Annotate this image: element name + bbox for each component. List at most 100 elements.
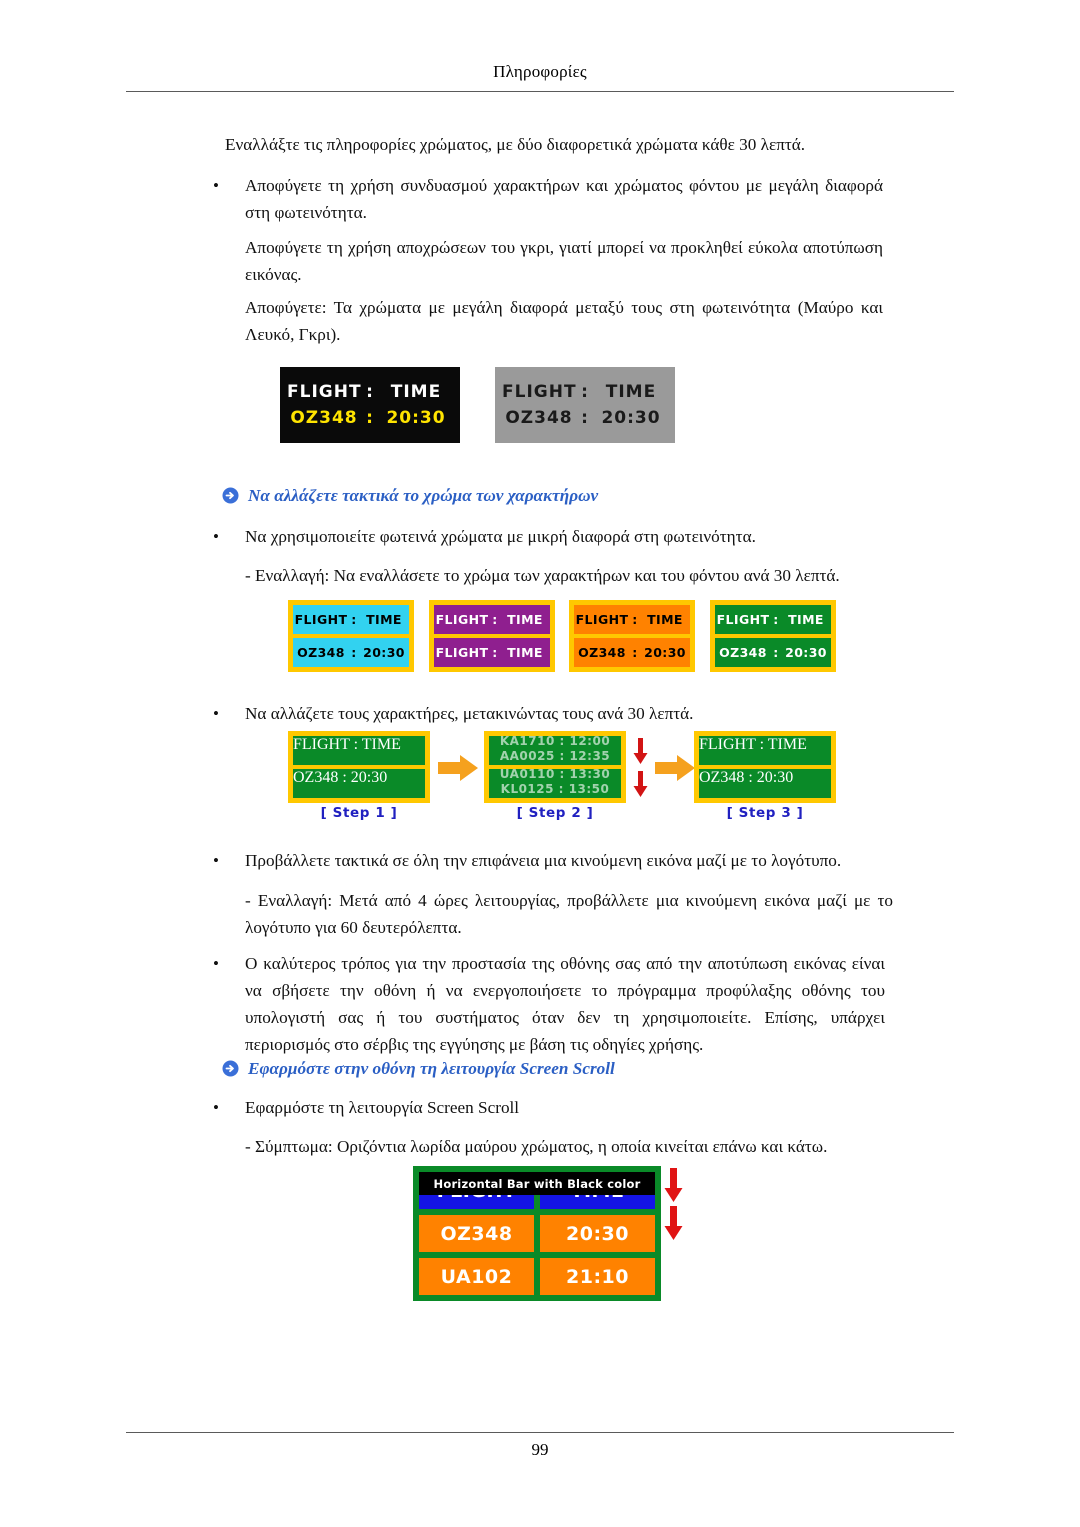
time-value: 20:30 [644, 645, 686, 660]
bullet-marker: • [213, 527, 219, 546]
flight-number: OZ348 [719, 645, 767, 660]
flight-label: FLIGHT [716, 612, 770, 627]
flight-label: FLIGHT [293, 736, 350, 753]
orange-row-2: OZ348 : 20:30 [574, 638, 690, 667]
color-panel-orange: FLIGHT : TIME OZ348 : 20:30 [569, 600, 695, 672]
step-1-panel: FLIGHT : TIME OZ348 : 20:30 [288, 731, 430, 803]
time-label: TIME [366, 612, 402, 627]
flight-label: FLIGHT [435, 645, 489, 660]
color-panel-cyan: FLIGHT : TIME OZ348 : 20:30 [288, 600, 414, 672]
flight-label: FLIGHT [294, 612, 348, 627]
separator: : [773, 612, 779, 627]
bullet-marker: • [213, 1098, 219, 1117]
bullet-marker: • [213, 851, 219, 870]
time-label: TIME [767, 736, 807, 753]
bullet-item-5: • Ο καλύτερος τρόπος για την προστασία τ… [213, 950, 885, 1058]
flight-label: FLIGHT [435, 612, 489, 627]
board-flight-number-2: UA102 [419, 1258, 534, 1295]
cyan-row-2: OZ348 : 20:30 [293, 638, 409, 667]
red-down-arrow-icon [633, 771, 648, 797]
red-down-arrow-icon [664, 1206, 683, 1240]
bullet-item-1-text: Αποφύγετε τη χρήση συνδυασμού χαρακτήρων… [245, 176, 883, 222]
time-value: 20:30 [363, 645, 405, 660]
separator: : [759, 736, 765, 753]
display-grey-row-2: OZ348 : 20:30 [495, 408, 675, 428]
board-time-1: 20:30 [540, 1215, 655, 1252]
bullet-item-6-text: Εφαρμόστε τη λειτουργία Screen Scroll [245, 1098, 520, 1117]
step-2-panel: KA1710 : 12:00 AA0025 : 12:35 UA0110 : 1… [484, 731, 626, 803]
separator: : [366, 382, 374, 402]
flight-number: OZ348 [290, 408, 358, 428]
separator: : [353, 736, 359, 753]
blue-arrow-icon [222, 486, 239, 504]
sub-note-1: - Εναλλαγή: Να εναλλάσετε το χρώμα των χ… [245, 566, 840, 585]
step1-row-2: OZ348 : 20:30 [293, 769, 425, 798]
board-row-1: OZ348 20:30 [419, 1215, 655, 1252]
intro-paragraph: Εναλλάξτε τις πληροφορίες χρώματος, με δ… [225, 135, 806, 154]
section-heading-screen-scroll: Εφαρμόστε στην οθόνη τη λειτουργία Scree… [222, 1056, 615, 1082]
orange-right-arrow-icon [438, 755, 478, 781]
paragraph-avoid-contrast: Αποφύγετε: Τα χρώματα με μεγάλη διαφορά … [245, 298, 883, 344]
bullet-item-4: • Προβάλλετε τακτικά σε όλη την επιφάνει… [213, 847, 883, 874]
display-black-row-2: OZ348 : 20:30 [280, 408, 460, 428]
flight-number: OZ348 [578, 645, 626, 660]
time-value: 20:30 [386, 408, 446, 428]
color-panel-green: FLIGHT : TIME OZ348 : 20:30 [710, 600, 836, 672]
separator: : [632, 645, 638, 660]
sub-note-2: - Εναλλαγή: Μετά από 4 ώρες λειτουργίας,… [245, 891, 893, 937]
step-1-label: [ Step 1 ] [320, 805, 398, 821]
blue-arrow-icon [222, 1059, 239, 1077]
section-heading-change-char-color: Να αλλάζετε τακτικά το χρώμα των χαρακτή… [222, 483, 598, 509]
cyan-row-1: FLIGHT : TIME [293, 605, 409, 634]
red-down-arrow-icon [664, 1168, 683, 1202]
time-value: 20:30 [350, 769, 388, 786]
purple-row-2: FLIGHT : TIME [434, 638, 550, 667]
time-label: TIME [361, 736, 401, 753]
footer-divider [126, 1432, 954, 1433]
flight-number: OZ348 [699, 769, 745, 786]
separator: : [351, 645, 357, 660]
separator: : [773, 645, 779, 660]
scroll-line-2: AA0025 : 12:35 [499, 749, 611, 763]
step3-row-1: FLIGHT : TIME [699, 736, 831, 765]
bullet-item-3-text: Να αλλάζετε τους χαρακτήρες, μετακινώντα… [245, 704, 694, 723]
color-panel-purple: FLIGHT : TIME FLIGHT : TIME [429, 600, 555, 672]
time-label: TIME [605, 382, 657, 402]
separator: : [581, 382, 589, 402]
separator: : [581, 408, 589, 428]
flight-number: OZ348 [505, 408, 573, 428]
flight-label: FLIGHT [699, 736, 756, 753]
time-value: 20:30 [785, 645, 827, 660]
time-value: 20:30 [601, 408, 661, 428]
bullet-item-3: • Να αλλάζετε τους χαρακτήρες, μετακινών… [213, 700, 883, 727]
separator: : [366, 408, 374, 428]
step1-row-1: FLIGHT : TIME [293, 736, 425, 765]
flight-label: FLIGHT [502, 382, 577, 402]
red-down-arrow-icon [633, 738, 648, 764]
document-page: Πληροφορίες Εναλλάξτε τις πληροφορίες χρ… [0, 0, 1080, 1527]
time-label: TIME [507, 645, 543, 660]
green-row-1: FLIGHT : TIME [715, 605, 831, 634]
bullet-item-5-text: Ο καλύτερος τρόπος για την προστασία της… [245, 954, 885, 1054]
time-label: TIME [647, 612, 683, 627]
display-black-row-1: FLIGHT : TIME [280, 382, 460, 402]
step2-row-1: KA1710 : 12:00 AA0025 : 12:35 [489, 736, 621, 765]
bullet-item-2: • Να χρησιμοποιείτε φωτεινά χρώματα με μ… [213, 523, 883, 550]
step3-row-2: OZ348 : 20:30 [699, 769, 831, 798]
flight-label: FLIGHT [575, 612, 629, 627]
separator: : [351, 612, 357, 627]
page-number: 99 [531, 1440, 549, 1459]
step-3-panel: FLIGHT : TIME OZ348 : 20:30 [694, 731, 836, 803]
flight-number: OZ348 [297, 645, 345, 660]
bullet-item-4-text: Προβάλλετε τακτικά σε όλη την επιφάνεια … [245, 851, 842, 870]
separator: : [492, 645, 498, 660]
time-label: TIME [788, 612, 824, 627]
figure-color-panels: FLIGHT : TIME OZ348 : 20:30 FLIGHT : TIM… [288, 600, 836, 672]
sub-note-3: - Σύμπτωμα: Οριζόντια λωρίδα μαύρου χρώμ… [245, 1137, 828, 1156]
separator: : [342, 769, 347, 786]
figure-screen-scroll-board: FLIGHT TIME OZ348 20:30 UA102 21:10 Hori… [413, 1166, 685, 1306]
green-row-2: OZ348 : 20:30 [715, 638, 831, 667]
step-2-label: [ Step 2 ] [516, 805, 594, 821]
purple-row-1: FLIGHT : TIME [434, 605, 550, 634]
separator: : [492, 612, 498, 627]
